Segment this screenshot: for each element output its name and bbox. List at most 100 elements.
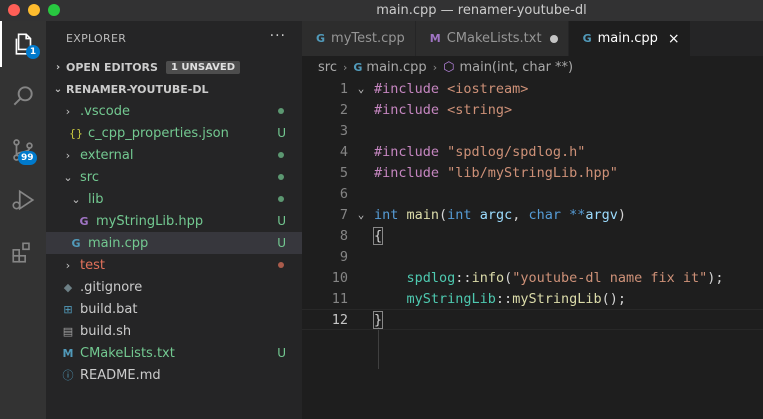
code-token: <string> — [439, 101, 513, 118]
code-token: info — [471, 269, 505, 286]
untracked-status: U — [277, 214, 286, 228]
tree-item-label: src — [80, 169, 99, 185]
open-editors-section[interactable]: › OPEN EDITORS 1 UNSAVED — [46, 56, 302, 78]
chevron-right-icon: › — [432, 60, 438, 74]
tab-cmakelists[interactable]: M CMakeLists.txt — [415, 21, 569, 56]
git-icon: ◆ — [63, 280, 73, 294]
untracked-status: U — [277, 346, 286, 360]
code-line: 8 { — [302, 225, 763, 246]
unsaved-badge: 1 UNSAVED — [165, 60, 241, 74]
title-bar: main.cpp — renamer-youtube-dl — [0, 0, 763, 21]
project-section[interactable]: ⌄ RENAMER-YOUTUBE-DL — [46, 78, 302, 100]
tree-file-c-cpp-properties[interactable]: {} c_cpp_properties.json U — [46, 122, 302, 144]
tree-file-readme[interactable]: ⓘ README.md — [46, 364, 302, 386]
tree-item-label: README.md — [80, 367, 161, 383]
tree-folder-external[interactable]: › external — [46, 144, 302, 166]
fold-chevron-icon[interactable]: ⌄ — [348, 208, 374, 221]
tree-folder-lib[interactable]: ⌄ lib — [46, 188, 302, 210]
tree-folder-vscode[interactable]: › .vscode — [46, 100, 302, 122]
tree-file-gitignore[interactable]: ◆ .gitignore — [46, 276, 302, 298]
cmake-icon: M — [62, 346, 74, 360]
cpp-file-icon: G — [353, 60, 363, 74]
fold-chevron-icon[interactable]: ⌄ — [348, 82, 374, 95]
chevron-right-icon: › — [342, 60, 348, 74]
code-token: char — [528, 206, 561, 223]
more-actions-icon[interactable]: ··· — [270, 28, 286, 44]
code-token: "lib/myStringLib.hpp" — [439, 164, 618, 181]
code-token: (); — [601, 290, 626, 307]
code-line: 6 — [302, 183, 763, 204]
code-token: #include — [374, 80, 440, 97]
tree-file-main-cpp[interactable]: G main.cpp U — [46, 232, 302, 254]
tab-label: CMakeLists.txt — [446, 31, 542, 46]
code-line: 11 myStringLib:: myStringLib (); — [302, 288, 763, 309]
breadcrumb-file[interactable]: main.cpp — [366, 60, 426, 75]
code-token: <iostream> — [439, 80, 529, 97]
search-activity[interactable] — [0, 73, 46, 119]
chevron-down-icon: ⌄ — [63, 170, 73, 184]
code-token: spdlog — [406, 269, 456, 286]
tree-folder-test[interactable]: › test — [46, 254, 302, 276]
tree-item-label: test — [80, 257, 105, 273]
minimize-window-button[interactable] — [28, 4, 40, 16]
tree-item-label: lib — [88, 191, 104, 207]
tree-folder-src[interactable]: ⌄ src — [46, 166, 302, 188]
tab-mytest-cpp[interactable]: G myTest.cpp — [302, 21, 416, 56]
tree-file-mystringlib[interactable]: G myStringLib.hpp U — [46, 210, 302, 232]
breadcrumb-symbol[interactable]: main(int, char **) — [459, 60, 573, 75]
code-line: 3 — [302, 120, 763, 141]
maximize-window-button[interactable] — [48, 4, 60, 16]
code-token: myStringLib — [406, 290, 496, 307]
code-token: #include — [374, 164, 440, 181]
chevron-right-icon: › — [65, 104, 71, 118]
explorer-header: EXPLORER ··· — [46, 21, 302, 56]
tree-file-build-bat[interactable]: ⊞ build.bat — [46, 298, 302, 320]
tree-item-label: build.bat — [80, 301, 138, 317]
chevron-right-icon: › — [65, 148, 71, 162]
close-window-button[interactable] — [8, 4, 20, 16]
editor-tabs: G myTest.cpp M CMakeLists.txt G main.cpp… — [302, 21, 763, 56]
line-number: 1 — [339, 80, 348, 97]
line-number: 6 — [339, 185, 348, 202]
unsaved-dot-icon[interactable] — [549, 34, 558, 43]
cpp-header-icon: G — [79, 214, 89, 228]
windows-icon: ⊞ — [63, 302, 73, 316]
open-editors-label: OPEN EDITORS — [66, 60, 158, 74]
tree-file-build-sh[interactable]: ▤ build.sh — [46, 320, 302, 342]
line-number: 12 — [331, 311, 348, 328]
line-number: 11 — [331, 290, 348, 307]
symbol-method-icon: ⬡ — [443, 59, 455, 75]
close-tab-icon[interactable]: × — [668, 31, 680, 47]
tree-file-cmakelists[interactable]: M CMakeLists.txt U — [46, 342, 302, 364]
shell-icon: ▤ — [62, 324, 74, 338]
extensions-activity[interactable] — [0, 229, 46, 275]
line-number: 10 — [331, 269, 348, 286]
extensions-icon — [12, 242, 30, 263]
code-token: #include — [374, 143, 440, 160]
code-line: 5 #include "lib/myStringLib.hpp" — [302, 162, 763, 183]
explorer-activity[interactable]: 1 — [0, 21, 46, 67]
code-token: ( — [504, 269, 513, 286]
line-number: 7 — [339, 206, 348, 223]
code-token: , — [512, 206, 529, 223]
run-debug-activity[interactable] — [0, 177, 46, 223]
line-number: 4 — [339, 143, 348, 160]
code-token: :: — [495, 290, 513, 307]
chevron-down-icon: ⌄ — [71, 192, 81, 206]
cmake-icon: M — [429, 32, 441, 45]
code-line: 2 #include <string> — [302, 99, 763, 120]
code-token: int — [447, 206, 472, 223]
activity-bar: 1 99 — [0, 21, 46, 419]
matching-brace: { — [372, 226, 384, 245]
code-token: ); — [707, 269, 724, 286]
chevron-right-icon: › — [65, 258, 71, 272]
run-debug-icon — [12, 189, 35, 211]
source-control-activity[interactable]: 99 — [0, 127, 46, 173]
tab-main-cpp[interactable]: G main.cpp × — [568, 21, 691, 56]
tree-item-label: main.cpp — [88, 235, 149, 251]
cpp-file-icon: G — [71, 236, 81, 250]
tree-item-label: external — [80, 147, 134, 163]
cpp-file-icon: G — [582, 32, 592, 45]
code-token: main — [398, 206, 440, 223]
breadcrumb-folder[interactable]: src — [318, 60, 337, 75]
